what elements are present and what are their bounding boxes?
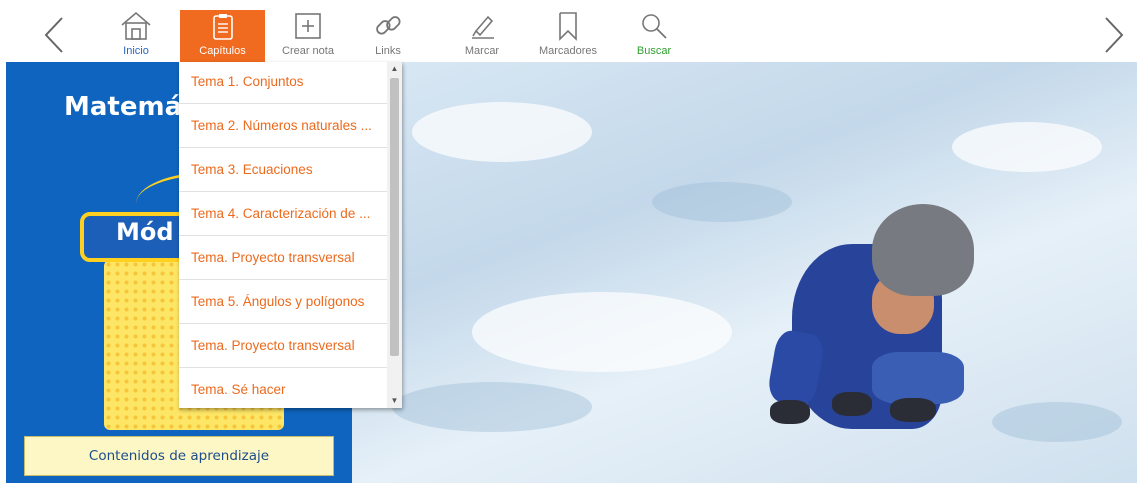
snow-patch: [472, 292, 732, 372]
highlight-button[interactable]: Marcar: [460, 8, 504, 62]
chapter-item[interactable]: Tema 5. Ángulos y polígonos: [179, 280, 387, 324]
search-label: Buscar: [636, 45, 672, 57]
create-note-button[interactable]: Crear nota: [278, 8, 338, 62]
add-note-icon: [278, 8, 338, 44]
search-icon: [632, 8, 676, 44]
home-button[interactable]: Inicio: [112, 8, 160, 62]
home-icon: [112, 8, 160, 44]
book-page: Matemá Mód Contenidos de aprendizaje: [6, 62, 1137, 483]
home-label: Inicio: [123, 45, 149, 57]
snow-patch: [652, 182, 792, 222]
bookmarks-button[interactable]: Marcadores: [534, 8, 602, 62]
create-note-label: Crear nota: [282, 45, 334, 57]
link-icon: [368, 8, 408, 44]
next-page-button[interactable]: [1092, 12, 1132, 58]
chapters-dropdown: Tema 1. Conjuntos Tema 2. Números natura…: [179, 62, 402, 408]
dropdown-scrollbar[interactable]: ▲ ▼: [387, 62, 402, 408]
chapter-item[interactable]: Tema 2. Números naturales ...: [179, 104, 387, 148]
child-pants: [872, 352, 964, 404]
snow-patch: [392, 382, 592, 432]
child-glove: [770, 400, 810, 424]
learning-contents-button[interactable]: Contenidos de aprendizaje: [24, 436, 334, 476]
bookmark-icon: [534, 8, 602, 44]
top-toolbar: Inicio Capítulos Crear nota Links Marcar…: [0, 0, 1137, 62]
snow-patch: [992, 402, 1122, 442]
chapters-list: Tema 1. Conjuntos Tema 2. Números natura…: [179, 62, 387, 408]
chapters-label: Capítulos: [199, 45, 246, 57]
search-button[interactable]: Buscar: [632, 8, 676, 62]
cover-title: Matemá: [64, 92, 183, 122]
bookmarks-label: Marcadores: [538, 45, 598, 57]
scroll-up-arrow-icon[interactable]: ▲: [387, 62, 402, 76]
scroll-down-arrow-icon[interactable]: ▼: [387, 394, 402, 408]
links-label: Links: [375, 45, 401, 57]
module-label: Mód: [116, 218, 174, 246]
highlight-label: Marcar: [464, 45, 500, 57]
snow-patch: [952, 122, 1102, 172]
list-document-icon: [180, 10, 265, 44]
highlighter-icon: [460, 8, 504, 44]
chevron-left-icon: [44, 17, 63, 53]
chapter-item[interactable]: Tema 1. Conjuntos: [179, 62, 387, 104]
chapters-button[interactable]: Capítulos: [180, 10, 265, 62]
previous-page-button[interactable]: [36, 12, 76, 58]
chapter-item[interactable]: Tema. Sé hacer: [179, 368, 387, 408]
chapter-item[interactable]: Tema 3. Ecuaciones: [179, 148, 387, 192]
child-glove: [832, 392, 872, 416]
chapter-item[interactable]: Tema. Proyecto transversal: [179, 236, 387, 280]
child-boot: [890, 398, 936, 422]
scroll-thumb[interactable]: [390, 78, 399, 356]
chevron-right-icon: [1105, 17, 1124, 53]
chapter-item[interactable]: Tema 4. Caracterización de ...: [179, 192, 387, 236]
child-hat: [872, 204, 974, 296]
links-button[interactable]: Links: [368, 8, 408, 62]
snow-patch: [412, 102, 592, 162]
snow-photo: [352, 62, 1137, 483]
chapter-item[interactable]: Tema. Proyecto transversal: [179, 324, 387, 368]
